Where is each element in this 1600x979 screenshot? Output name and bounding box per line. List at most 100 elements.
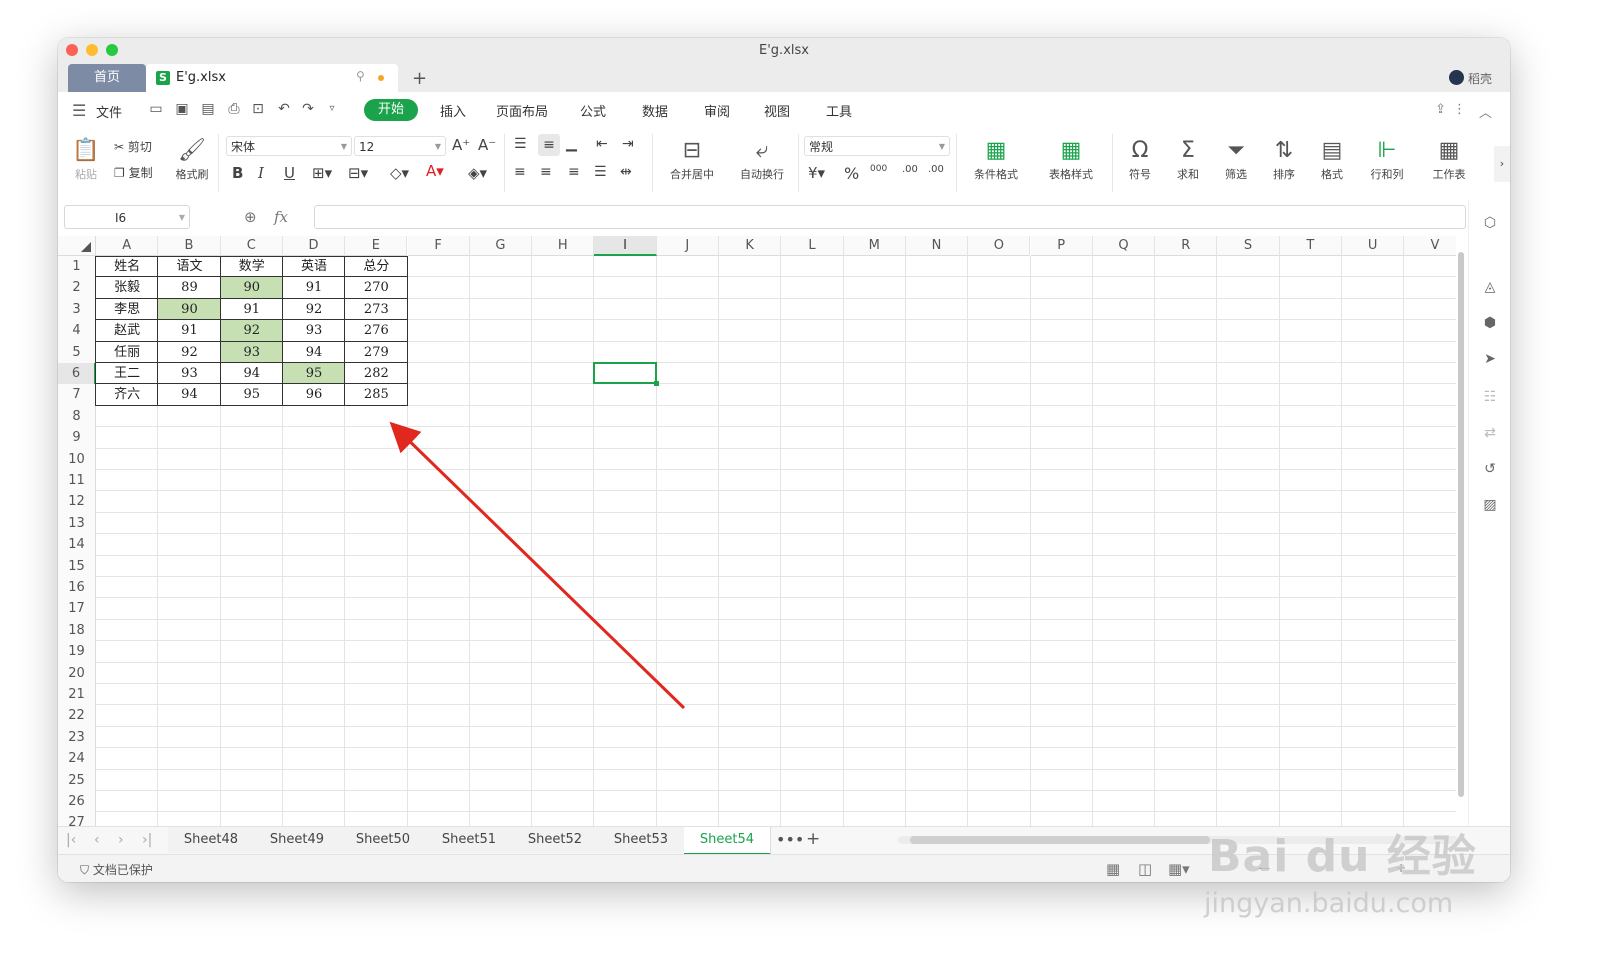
percent-button[interactable]: % xyxy=(844,164,859,183)
magnifier-icon[interactable]: ⊕ xyxy=(244,208,257,226)
sort-button[interactable]: ⇅ 排序 xyxy=(1264,136,1304,182)
cell-a7[interactable]: 齐六 xyxy=(96,384,158,405)
horizontal-scrollbar-thumb[interactable] xyxy=(910,836,1210,844)
cell-b7[interactable]: 94 xyxy=(158,384,220,405)
increase-decimal-button[interactable]: .00 xyxy=(902,164,918,175)
menu-file[interactable]: 文件 xyxy=(96,102,122,121)
open-folder-icon[interactable]: ▭ xyxy=(148,101,164,117)
sheet-tab-sheet51[interactable]: Sheet51 xyxy=(426,827,513,853)
cell-b2[interactable]: 89 xyxy=(158,277,220,298)
tab-file[interactable]: S E'g.xlsx ⚲ xyxy=(146,64,398,92)
column-header-e[interactable]: E xyxy=(345,236,408,256)
row-header-13[interactable]: 13 xyxy=(58,512,96,535)
cell-e1[interactable]: 总分 xyxy=(345,256,407,277)
row-header-14[interactable]: 14 xyxy=(58,534,96,556)
font-name-select[interactable]: 宋体 ▼ xyxy=(226,136,352,156)
row-header-23[interactable]: 23 xyxy=(58,726,96,749)
row-header-6[interactable]: 6 xyxy=(58,363,96,385)
shield-icon[interactable]: ⬢ xyxy=(1481,314,1499,332)
thousands-separator-button[interactable]: 000 xyxy=(870,164,887,174)
cell-d2[interactable]: 91 xyxy=(283,277,345,298)
row-header-21[interactable]: 21 xyxy=(58,684,96,706)
row-header-18[interactable]: 18 xyxy=(58,619,96,642)
row-header-27[interactable]: 27 xyxy=(58,812,96,826)
column-header-r[interactable]: R xyxy=(1155,236,1218,256)
cell-a4[interactable]: 赵武 xyxy=(96,320,158,341)
page-layout-view-icon[interactable]: ◫ xyxy=(1138,860,1152,878)
cell-d7[interactable]: 96 xyxy=(283,384,345,405)
settings-sliders-icon[interactable]: ☷ xyxy=(1481,388,1499,406)
bold-icon[interactable]: B xyxy=(232,164,243,182)
format-button[interactable]: ▤ 格式 xyxy=(1312,136,1352,182)
column-header-q[interactable]: Q xyxy=(1092,236,1156,256)
merge-center-button[interactable]: ⊟ 合并居中 xyxy=(662,136,722,182)
column-header-d[interactable]: D xyxy=(282,236,346,256)
new-tab-button[interactable]: + xyxy=(412,68,427,89)
column-header-l[interactable]: L xyxy=(781,236,844,256)
row-header-20[interactable]: 20 xyxy=(58,662,96,684)
decrease-font-icon[interactable]: A⁻ xyxy=(478,136,496,154)
avatar[interactable] xyxy=(1449,70,1464,85)
column-header-s[interactable]: S xyxy=(1217,236,1280,256)
copy-button[interactable]: ❐ 复制 xyxy=(114,164,153,181)
pin-icon[interactable]: ⚲ xyxy=(356,69,365,83)
convert-icon[interactable]: ⇄ xyxy=(1481,424,1499,442)
format-painter-button[interactable]: 🖌 格式刷 xyxy=(172,136,212,182)
collapse-ribbon-icon[interactable]: ︿ xyxy=(1479,102,1492,121)
distributed-icon[interactable]: ⇹ xyxy=(620,164,632,180)
column-header-f[interactable]: F xyxy=(407,236,470,256)
menu-review[interactable]: 审阅 xyxy=(704,101,730,120)
column-header-v[interactable]: V xyxy=(1404,236,1456,256)
cell-e4[interactable]: 276 xyxy=(345,320,407,341)
next-sheet-icon[interactable]: › xyxy=(118,832,124,848)
row-header-22[interactable]: 22 xyxy=(58,705,96,727)
cell-d6[interactable]: 95 xyxy=(282,363,346,385)
select-all-corner[interactable] xyxy=(58,236,96,256)
cell-d1[interactable]: 英语 xyxy=(283,256,345,277)
italic-icon[interactable]: I xyxy=(258,164,264,182)
hamburger-menu-icon[interactable]: ☰ xyxy=(72,101,86,120)
sheet-tab-sheet52[interactable]: Sheet52 xyxy=(512,827,599,853)
column-header-p[interactable]: P xyxy=(1030,236,1093,256)
cell-c1[interactable]: 数学 xyxy=(221,256,283,277)
row-header-26[interactable]: 26 xyxy=(58,791,96,813)
menu-insert[interactable]: 插入 xyxy=(440,101,466,120)
cell-d4[interactable]: 93 xyxy=(283,320,345,341)
cell-d5[interactable]: 94 xyxy=(283,342,345,363)
cell-e6[interactable]: 282 xyxy=(345,363,407,384)
worksheet-button[interactable]: ▦ 工作表 xyxy=(1422,136,1476,182)
row-header-3[interactable]: 3 xyxy=(58,298,96,321)
row-header-11[interactable]: 11 xyxy=(58,470,96,492)
cell-a1[interactable]: 姓名 xyxy=(96,256,158,277)
row-header-7[interactable]: 7 xyxy=(58,384,96,406)
print-preview-icon[interactable]: ⊡ xyxy=(250,101,266,117)
align-bottom-icon[interactable]: ▁ xyxy=(566,136,577,152)
fx-icon[interactable]: fx xyxy=(274,208,288,226)
align-top-icon[interactable]: ☰ xyxy=(514,136,527,152)
column-header-a[interactable]: A xyxy=(96,236,159,256)
column-header-j[interactable]: J xyxy=(656,236,719,256)
clear-format-icon[interactable]: ◈▾ xyxy=(468,164,487,182)
column-header-h[interactable]: H xyxy=(532,236,595,256)
sheet-tab-sheet49[interactable]: Sheet49 xyxy=(254,827,341,853)
prev-sheet-icon[interactable]: ‹ xyxy=(94,832,100,848)
currency-icon[interactable]: ¥▾ xyxy=(808,164,825,182)
indent-decrease-icon[interactable]: ⇤ xyxy=(596,136,608,152)
export-pdf-icon[interactable]: ▤ xyxy=(200,101,216,117)
redo-icon[interactable]: ↷ xyxy=(300,101,316,117)
page-break-view-icon[interactable]: ▦▾ xyxy=(1168,860,1190,878)
filter-button[interactable]: ⏷ 筛选 xyxy=(1216,136,1256,182)
cell-e2[interactable]: 270 xyxy=(345,277,407,298)
active-cell-selection[interactable] xyxy=(593,362,657,385)
number-format-select[interactable]: 常规 ▼ xyxy=(804,136,950,156)
cell-e3[interactable]: 273 xyxy=(345,299,407,320)
cell-b6[interactable]: 93 xyxy=(158,363,220,384)
name-box[interactable]: I6 ▼ xyxy=(64,205,190,229)
image-icon[interactable]: ▨ xyxy=(1481,496,1499,514)
column-header-t[interactable]: T xyxy=(1279,236,1342,256)
cell-c6[interactable]: 94 xyxy=(221,363,283,384)
column-header-i[interactable]: I xyxy=(594,236,657,256)
paste-button[interactable]: 📋 粘贴 xyxy=(68,136,104,182)
column-header-g[interactable]: G xyxy=(469,236,533,256)
row-header-19[interactable]: 19 xyxy=(58,641,96,663)
